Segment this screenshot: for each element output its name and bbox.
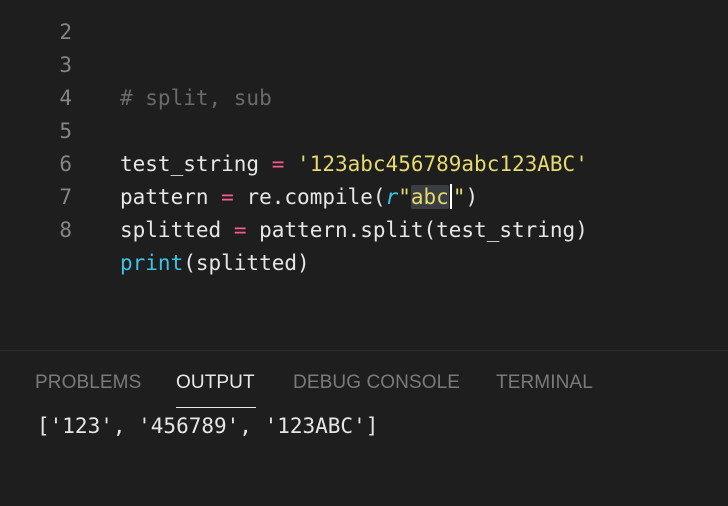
bottom-panel: PROBLEMS OUTPUT DEBUG CONSOLE TERMINAL […: [0, 350, 728, 506]
code-args: (splitted): [183, 251, 310, 275]
code-builtin: print: [120, 251, 184, 275]
tab-debug-console[interactable]: DEBUG CONSOLE: [293, 372, 460, 394]
code-line: 6 pattern = re.compile(r"abc "): [0, 115, 728, 209]
code-line: 3 # split, sub: [0, 16, 728, 110]
tab-problems[interactable]: PROBLEMS: [35, 372, 141, 394]
code-call: pattern.split(test_string): [259, 218, 588, 242]
code-content: splitted = pattern.split(test_string): [120, 214, 588, 247]
code-variable: splitted: [120, 218, 222, 242]
code-line: 4: [0, 49, 728, 110]
line-number: 8: [59, 218, 72, 242]
code-line: 7 splitted = pattern.split(test_string): [0, 148, 728, 242]
code-line: 2: [0, 0, 728, 44]
tab-output[interactable]: OUTPUT: [176, 372, 255, 394]
code-editor[interactable]: 2 3 # split, sub 4 5 test_string = '123a…: [0, 0, 728, 350]
code-line: 8 print(splitted): [0, 181, 728, 275]
panel-tabs: PROBLEMS OUTPUT DEBUG CONSOLE TERMINAL: [0, 351, 728, 411]
code-content: print(splitted): [120, 247, 310, 280]
code-line: 5 test_string = '123abc456789abc123ABC': [0, 82, 728, 176]
output-text: ['123', '456789', '123ABC']: [37, 414, 379, 438]
active-tab-indicator: [176, 407, 256, 408]
tab-terminal[interactable]: TERMINAL: [496, 372, 593, 394]
code-operator: =: [233, 218, 247, 242]
